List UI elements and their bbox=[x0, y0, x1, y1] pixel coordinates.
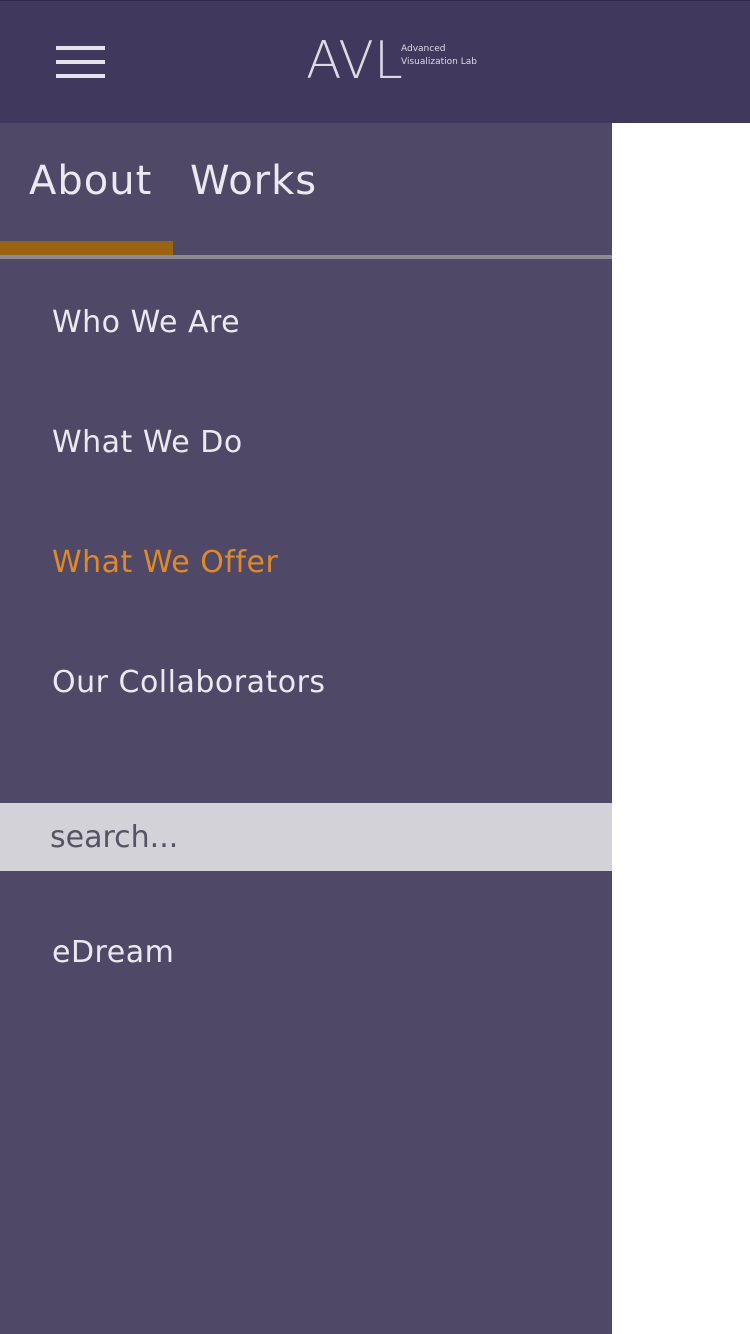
menu-item-what-we-offer[interactable]: What We Offer bbox=[52, 543, 278, 583]
hamburger-menu-icon[interactable] bbox=[56, 46, 105, 78]
tab-divider bbox=[0, 255, 612, 259]
avl-logo[interactable]: AVL Advanced Visualization Lab bbox=[306, 31, 506, 93]
tab-works[interactable]: Works bbox=[190, 153, 317, 209]
logo-subtitle: Advanced Visualization Lab bbox=[401, 44, 477, 67]
navigation-drawer: About Works Who We Are What We Do What W… bbox=[0, 123, 612, 1334]
hamburger-line bbox=[56, 60, 105, 64]
menu-item-what-we-do[interactable]: What We Do bbox=[52, 423, 243, 463]
logo-text: AVL bbox=[306, 31, 403, 91]
menu-item-who-we-are[interactable]: Who We Are bbox=[52, 303, 240, 343]
hamburger-line bbox=[56, 74, 105, 78]
search-bar bbox=[0, 803, 612, 871]
search-input[interactable] bbox=[50, 803, 590, 871]
hamburger-line bbox=[56, 46, 105, 50]
menu-item-edream[interactable]: eDream bbox=[52, 933, 174, 973]
app-header: AVL Advanced Visualization Lab bbox=[0, 0, 750, 123]
tab-active-indicator bbox=[0, 241, 173, 255]
drawer-tabs: About Works bbox=[0, 123, 612, 259]
tab-about[interactable]: About bbox=[29, 153, 152, 209]
menu-item-our-collaborators[interactable]: Our Collaborators bbox=[52, 663, 326, 703]
